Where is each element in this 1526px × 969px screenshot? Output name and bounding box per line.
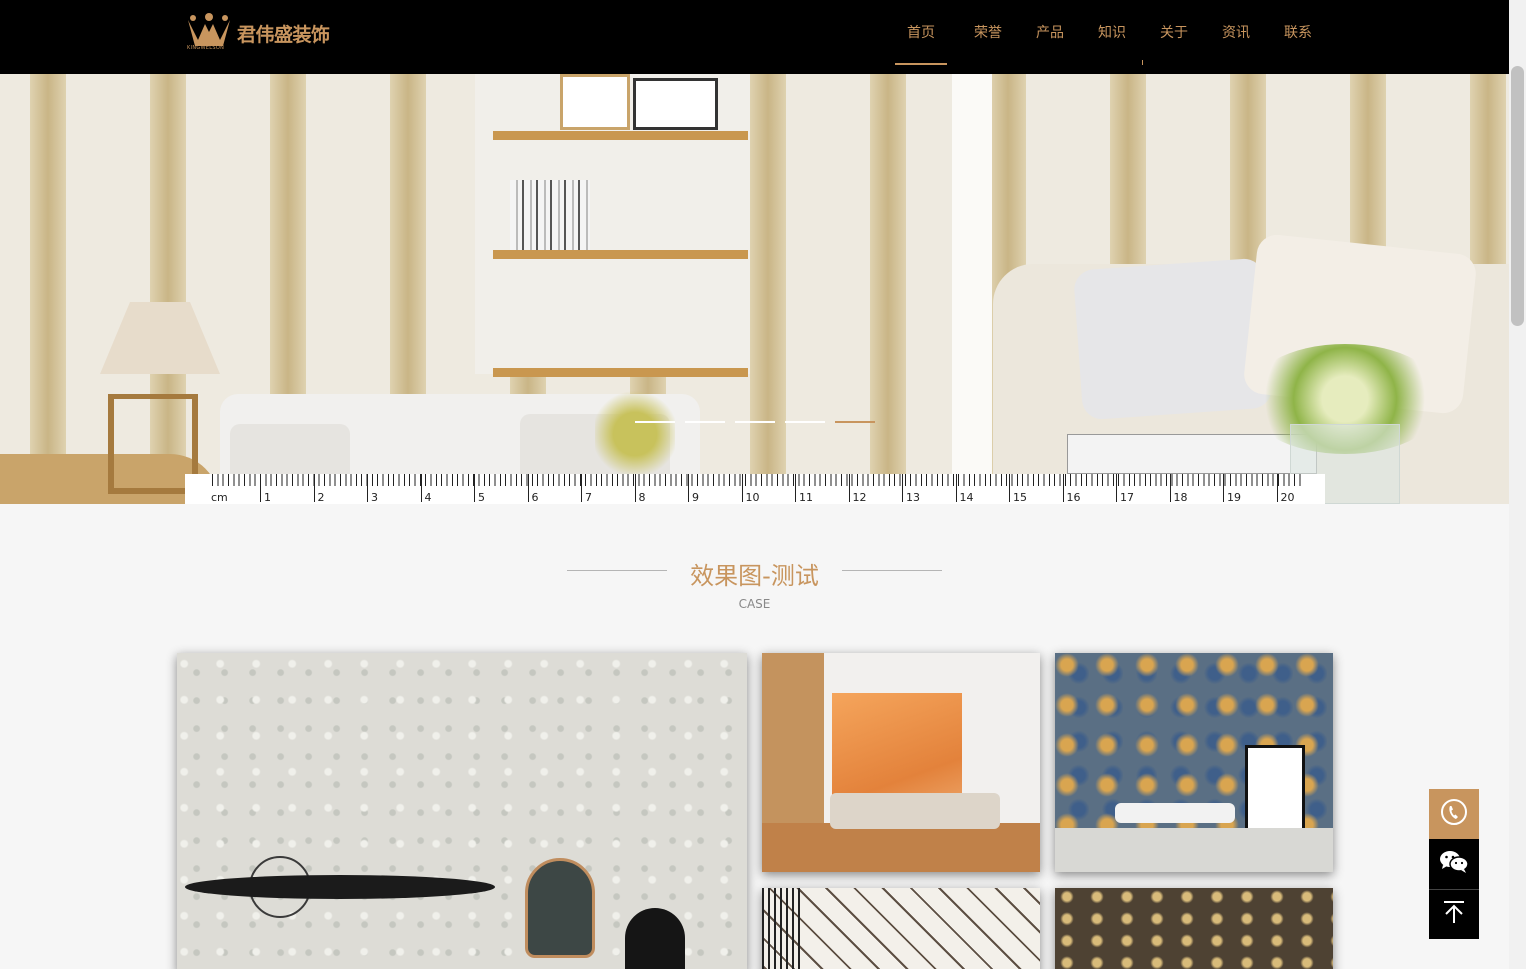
case-image-living-room[interactable] xyxy=(762,653,1040,872)
back-to-top-button[interactable] xyxy=(1429,889,1479,939)
nav-honor[interactable]: 荣誉 xyxy=(957,0,1019,74)
ruler-number: 13 xyxy=(906,491,920,504)
ruler-major-tick xyxy=(313,474,315,502)
ruler-major-tick xyxy=(634,474,636,502)
ruler-number: 18 xyxy=(1173,491,1188,504)
ruler-major-tick xyxy=(1116,474,1117,502)
picture-frame xyxy=(560,74,630,130)
wall-shelf xyxy=(493,250,748,259)
ruler-number: 1 xyxy=(264,491,271,504)
picture-frame xyxy=(633,78,718,130)
ruler-major-tick xyxy=(1223,474,1224,502)
logo[interactable]: KINGWELSON 君伟盛装饰 xyxy=(185,12,330,52)
slider-dot[interactable] xyxy=(785,421,825,423)
section-title: 效果图-测试 xyxy=(690,562,819,590)
ruler-major-tick xyxy=(581,474,582,502)
ruler-number: 10 xyxy=(745,491,760,504)
ruler-major-tick xyxy=(1276,474,1278,502)
ruler-major-tick xyxy=(367,474,368,502)
ruler-major-tick xyxy=(474,474,475,502)
scrollbar-thumb[interactable] xyxy=(1511,66,1524,326)
ruler-number: 11 xyxy=(799,491,813,504)
case-image-gold-wallpaper[interactable] xyxy=(1055,888,1333,969)
case-image-large[interactable] xyxy=(177,653,747,969)
nav-knowledge[interactable]: 知识 xyxy=(1081,0,1143,74)
dining-table xyxy=(1115,803,1235,823)
crown-logo-icon: KINGWELSON xyxy=(185,12,233,52)
case-image-dining-room[interactable] xyxy=(1055,653,1333,872)
ruler-major-tick xyxy=(1062,474,1064,502)
ruler-major-tick xyxy=(1169,474,1171,502)
lamp-shade xyxy=(100,302,220,374)
nav-home[interactable]: 首页 xyxy=(895,0,947,74)
chair xyxy=(525,858,595,958)
ruler-number: 15 xyxy=(1013,491,1027,504)
title-divider-right xyxy=(842,570,942,571)
hero-banner[interactable]: cm 1 2 3 4 5 6 7 8 9 10 11 12 13 14 15 16 17 18 19 20 xyxy=(0,74,1509,504)
ruler-major-tick xyxy=(955,474,957,502)
phone-button[interactable] xyxy=(1429,789,1479,839)
ruler-decoration: cm 1 2 3 4 5 6 7 8 9 10 11 12 13 14 15 16 17 18 19 20 xyxy=(185,474,1325,504)
nav-news[interactable]: 资讯 xyxy=(1205,0,1267,74)
table xyxy=(185,875,495,899)
ruler-number: 19 xyxy=(1227,491,1241,504)
ruler-number: 3 xyxy=(371,491,378,504)
case-image-fern-wallpaper[interactable] xyxy=(762,888,1040,969)
slider-dot[interactable] xyxy=(685,421,725,423)
chair xyxy=(625,908,685,969)
ruler-number: 14 xyxy=(959,491,974,504)
books xyxy=(510,180,590,250)
sofa xyxy=(830,793,1000,829)
ruler-major-tick xyxy=(1009,474,1010,502)
ruler-major-tick xyxy=(902,474,903,502)
slider-dot[interactable] xyxy=(735,421,775,423)
ruler-major-tick xyxy=(795,474,796,502)
ruler-number: 9 xyxy=(692,491,699,504)
ruler-number: 20 xyxy=(1280,491,1295,504)
nav-contact[interactable]: 联系 xyxy=(1267,0,1329,74)
ruler-major-tick xyxy=(420,474,422,502)
ruler-number: 12 xyxy=(852,491,867,504)
phone-icon xyxy=(1440,798,1468,830)
nav-products[interactable]: 产品 xyxy=(1019,0,1081,74)
ruler-number: 2 xyxy=(317,491,325,504)
wechat-button[interactable] xyxy=(1429,839,1479,889)
logo-subtext: KINGWELSON xyxy=(187,45,225,51)
ruler-number: 17 xyxy=(1120,491,1134,504)
slider-dot-active[interactable] xyxy=(835,421,875,423)
slider-dot[interactable] xyxy=(635,421,675,423)
ruler-number: 4 xyxy=(424,491,432,504)
ruler-major-tick xyxy=(688,474,689,502)
ruler-number: 8 xyxy=(638,491,646,504)
logo-text: 君伟盛装饰 xyxy=(237,24,330,46)
picture-frame xyxy=(1245,745,1305,837)
plant xyxy=(595,374,675,474)
section-subtitle: CASE xyxy=(738,597,771,611)
slider-pagination xyxy=(635,421,875,423)
title-divider-left xyxy=(567,570,667,571)
pillow xyxy=(1072,257,1274,421)
ruler-major-tick xyxy=(848,474,850,502)
site-header: KINGWELSON 君伟盛装饰 首页 荣誉 产品 知识 关于 资讯 联系 xyxy=(0,0,1509,74)
back-to-top-icon xyxy=(1441,899,1467,929)
nav-marker xyxy=(1142,60,1143,65)
ruler-major-tick xyxy=(527,474,529,502)
ruler-number: 5 xyxy=(478,491,485,504)
nav-about[interactable]: 关于 xyxy=(1143,0,1205,74)
wall-shelf xyxy=(493,131,748,140)
birdcage xyxy=(762,888,802,969)
page-scrollbar[interactable] xyxy=(1509,0,1526,969)
main-nav: 首页 荣誉 产品 知识 关于 资讯 联系 xyxy=(895,0,1329,74)
ruler-number: 16 xyxy=(1066,491,1081,504)
ruler-number: 6 xyxy=(531,491,539,504)
ruler-major-tick xyxy=(741,474,743,502)
ruler-number: 7 xyxy=(585,491,592,504)
ruler-unit: cm xyxy=(211,491,228,504)
wechat-icon xyxy=(1439,849,1469,879)
ruler-major-tick xyxy=(260,474,261,502)
